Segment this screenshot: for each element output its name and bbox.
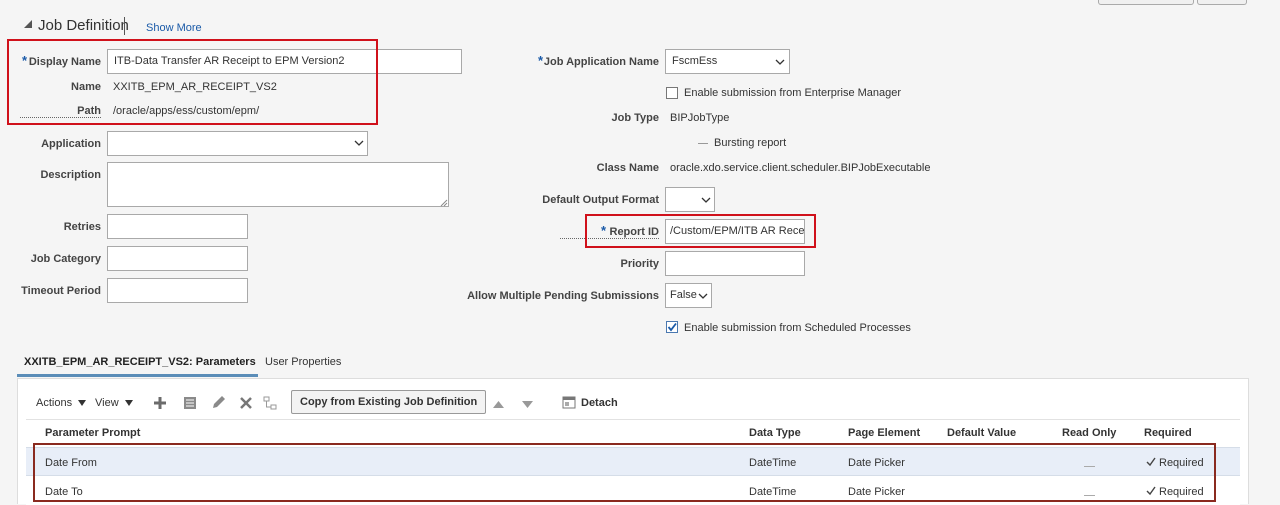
view-menu[interactable]: View — [95, 397, 133, 409]
caret-down-icon — [124, 400, 133, 406]
detail-icon[interactable] — [183, 396, 197, 413]
class-name-label: Class Name — [596, 162, 659, 174]
title-divider — [124, 17, 125, 35]
description-textarea[interactable] — [107, 162, 449, 207]
toolbar-divider — [26, 419, 1240, 420]
detach-icon[interactable] — [562, 395, 576, 412]
resize-handle-icon[interactable] — [440, 198, 448, 210]
priority-input[interactable] — [665, 251, 805, 276]
timeout-period-label: Timeout Period — [21, 285, 101, 297]
job-application-name-select[interactable]: FscmEss — [665, 49, 790, 74]
edit-pencil-icon[interactable] — [211, 395, 226, 413]
chevron-down-icon — [775, 57, 785, 69]
parameter-rows-highlight-box — [33, 443, 1216, 502]
allow-multiple-pending-label: Allow Multiple Pending Submissions — [467, 290, 659, 302]
timeout-period-input[interactable] — [107, 278, 248, 303]
collapse-triangle-icon[interactable] — [23, 19, 33, 32]
job-category-input[interactable] — [107, 246, 248, 271]
job-type-value: BIPJobType — [670, 112, 730, 124]
default-output-format-label: Default Output Format — [542, 194, 659, 206]
display-name-highlight-box — [7, 39, 378, 125]
copy-from-existing-button[interactable]: Copy from Existing Job Definition — [291, 390, 487, 414]
class-name-value: oracle.xdo.service.client.scheduler.BIPJ… — [670, 162, 931, 174]
add-icon[interactable] — [153, 396, 167, 413]
enable-scheduled-checkbox[interactable] — [666, 321, 678, 333]
column-header-parameter-prompt[interactable]: Parameter Prompt — [45, 427, 140, 439]
move-down-icon[interactable] — [522, 399, 533, 411]
checkmark-icon — [667, 322, 677, 332]
tab-active-underline — [17, 374, 258, 377]
retries-label: Retries — [63, 221, 101, 233]
retries-input[interactable] — [107, 214, 248, 239]
bursting-dash-icon — [698, 143, 708, 144]
actions-menu-label: Actions — [36, 397, 73, 409]
show-more-link[interactable]: Show More — [146, 22, 202, 34]
chevron-down-icon — [698, 291, 708, 303]
application-select[interactable] — [107, 131, 368, 156]
enable-em-label: Enable submission from Enterprise Manage… — [684, 87, 902, 99]
actions-menu[interactable]: Actions — [36, 397, 87, 409]
delete-x-icon[interactable] — [239, 396, 253, 413]
column-header-default-value[interactable]: Default Value — [947, 427, 1016, 439]
hierarchy-icon[interactable] — [263, 396, 277, 413]
column-header-required[interactable]: Required — [1144, 427, 1192, 439]
enable-scheduled-label: Enable submission from Scheduled Process… — [684, 322, 911, 334]
detach-label[interactable]: Detach — [581, 397, 618, 409]
report-id-highlight-box — [585, 214, 816, 248]
top-action-button-2[interactable] — [1197, 0, 1247, 5]
application-label: Application — [41, 138, 101, 150]
enable-em-checkbox[interactable] — [666, 87, 678, 99]
column-header-read-only[interactable]: Read Only — [1062, 427, 1116, 439]
chevron-down-icon — [701, 195, 711, 207]
priority-label: Priority — [620, 258, 659, 270]
tab-user-properties[interactable]: User Properties — [265, 356, 341, 368]
top-action-button-1[interactable] — [1098, 0, 1194, 5]
chevron-down-icon — [354, 138, 364, 150]
view-menu-label: View — [95, 397, 119, 409]
section-title: Job Definition — [38, 17, 129, 34]
job-category-label: Job Category — [30, 253, 101, 265]
description-label: Description — [40, 169, 101, 181]
column-header-page-element[interactable]: Page Element — [848, 427, 920, 439]
bursting-report-label: Bursting report — [714, 137, 787, 149]
tab-parameters[interactable]: XXITB_EPM_AR_RECEIPT_VS2: Parameters — [24, 356, 256, 368]
job-application-name-label: Job Application Name — [543, 56, 659, 68]
move-up-icon[interactable] — [493, 399, 504, 411]
caret-down-icon — [78, 400, 87, 406]
column-header-data-type[interactable]: Data Type — [749, 427, 801, 439]
job-type-label: Job Type — [611, 112, 659, 124]
